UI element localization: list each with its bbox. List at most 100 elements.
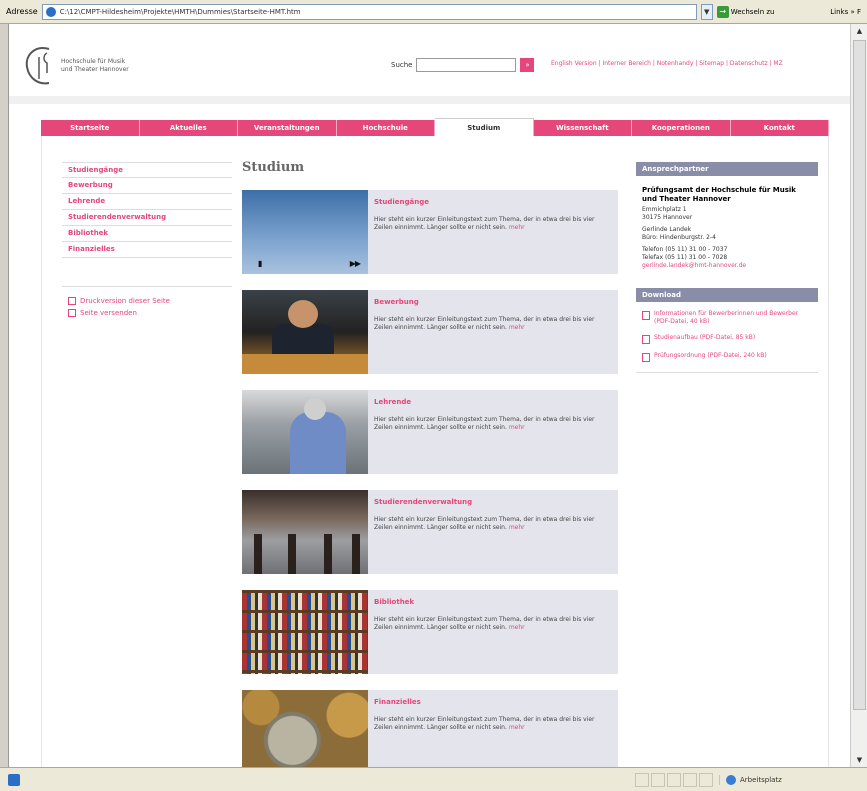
computer-icon: [726, 774, 736, 785]
main-navigation: Startseite Aktuelles Veranstaltungen Hoc…: [41, 118, 829, 136]
page-tools: Druckversion dieser Seite Seite versende…: [62, 286, 232, 319]
scroll-up-icon[interactable]: ▲: [851, 24, 867, 38]
address-label: Adresse: [6, 7, 38, 16]
page-viewport: Hochschule für Musik und Theater Hannove…: [8, 24, 850, 767]
vertical-scrollbar[interactable]: ▲ ▼: [850, 24, 867, 767]
subnav-bibliothek[interactable]: Bibliothek: [62, 226, 232, 242]
divider: [636, 372, 818, 373]
print-icon: [68, 297, 76, 305]
teaser-lehrende[interactable]: Lehrende Hier steht ein kurzer Einleitun…: [242, 390, 618, 474]
contact-email[interactable]: gerlinde.landek@hmt-hannover.de: [642, 262, 746, 269]
next-icon[interactable]: ▶▶: [350, 259, 361, 268]
subnav-studierendenverwaltung[interactable]: Studierendenverwaltung: [62, 210, 232, 226]
url-dropdown-button[interactable]: ▼: [700, 3, 713, 20]
contact-person: Gerlinde Landek Büro: Hindenburgstr. 2-4: [642, 226, 716, 241]
more-link[interactable]: mehr: [509, 524, 525, 531]
print-link[interactable]: Druckversion dieser Seite: [62, 295, 232, 307]
sub-navigation: Studiengänge Bewerbung Lehrende Studiere…: [62, 162, 232, 319]
teaser-title[interactable]: Studiengänge: [374, 198, 612, 206]
downloads-box: Download Informationen für Bewerberinnen…: [636, 288, 818, 373]
contact-address: Emmichplatz 1 30175 Hannover: [642, 206, 693, 221]
nav-kontakt[interactable]: Kontakt: [731, 120, 829, 136]
pause-icon[interactable]: ▮: [258, 259, 262, 268]
teaser-image: ▮ ▶▶: [242, 190, 368, 274]
teaser-body: Finanzielles Hier steht ein kurzer Einle…: [368, 690, 618, 767]
contact-heading: Ansprechpartner: [636, 162, 818, 176]
teaser-finanzielles[interactable]: Finanzielles Hier steht ein kurzer Einle…: [242, 690, 618, 767]
teaser-image: [242, 490, 368, 574]
right-column: Ansprechpartner Prüfungsamt der Hochschu…: [636, 162, 818, 373]
pdf-icon: [642, 353, 650, 362]
content-area: Studiengänge Bewerbung Lehrende Studiere…: [41, 136, 829, 767]
chevron-down-icon: ▼: [704, 7, 710, 16]
subnav-finanzielles[interactable]: Finanzielles: [62, 242, 232, 258]
teaser-studierendenverwaltung[interactable]: Studierendenverwaltung Hier steht ein ku…: [242, 490, 618, 574]
teaser-title[interactable]: Studierendenverwaltung: [374, 498, 612, 506]
teaser-image: [242, 390, 368, 474]
downloads-heading: Download: [636, 288, 818, 302]
page-title: Studium: [242, 160, 305, 175]
teaser-body: Studierendenverwaltung Hier steht ein ku…: [368, 490, 618, 574]
contact-phones: Telefon (05 11) 31 00 - 7037 Telefax (05 …: [642, 246, 747, 269]
subnav-bewerbung[interactable]: Bewerbung: [62, 178, 232, 194]
logo-text: Hochschule für Musik und Theater Hannove…: [61, 58, 129, 73]
more-link[interactable]: mehr: [509, 724, 525, 731]
teaser-title[interactable]: Lehrende: [374, 398, 612, 406]
teaser-text: Hier steht ein kurzer Einleitungstext zu…: [374, 416, 595, 431]
download-item[interactable]: Informationen für Bewerberinnen und Bewe…: [636, 310, 818, 326]
teaser-text: Hier steht ein kurzer Einleitungstext zu…: [374, 716, 595, 731]
teaser-bibliothek[interactable]: Bibliothek Hier steht ein kurzer Einleit…: [242, 590, 618, 674]
search-button[interactable]: »: [520, 58, 535, 72]
send-page-label: Seite versenden: [80, 309, 137, 317]
more-link[interactable]: mehr: [509, 324, 525, 331]
url-text: C:\12\CMPT-Hildesheim\Projekte\HMTH\Dumm…: [59, 7, 301, 16]
teaser-text: Hier steht ein kurzer Einleitungstext zu…: [374, 616, 595, 631]
nav-hochschule[interactable]: Hochschule: [337, 120, 435, 136]
nav-startseite[interactable]: Startseite: [41, 120, 140, 136]
teaser-text: Hier steht ein kurzer Einleitungstext zu…: [374, 216, 595, 231]
go-button[interactable]: → Wechseln zu: [716, 4, 775, 20]
nav-studium[interactable]: Studium: [435, 118, 534, 136]
status-bar: Arbeitsplatz: [0, 767, 867, 791]
url-field[interactable]: C:\12\CMPT-Hildesheim\Projekte\HMTH\Dumm…: [41, 3, 697, 20]
subnav-lehrende[interactable]: Lehrende: [62, 194, 232, 210]
zone-label: Arbeitsplatz: [740, 775, 782, 784]
more-link[interactable]: mehr: [509, 624, 525, 631]
teaser-title[interactable]: Finanzielles: [374, 698, 612, 706]
teaser-bewerbung[interactable]: Bewerbung Hier steht ein kurzer Einleitu…: [242, 290, 618, 374]
meta-links[interactable]: English Version | Interner Bereich | Not…: [551, 60, 783, 67]
pdf-icon: [642, 311, 650, 320]
teaser-text: Hier steht ein kurzer Einleitungstext zu…: [374, 316, 595, 331]
site-logo[interactable]: Hochschule für Musik und Theater Hannove…: [21, 36, 141, 96]
page-icon: [45, 6, 56, 17]
teaser-image: [242, 590, 368, 674]
teaser-body: Bewerbung Hier steht ein kurzer Einleitu…: [368, 290, 618, 374]
nav-veranstaltungen[interactable]: Veranstaltungen: [238, 120, 337, 136]
security-zone: Arbeitsplatz: [719, 774, 859, 785]
scroll-down-icon[interactable]: ▼: [851, 753, 867, 767]
pdf-icon: [642, 335, 650, 344]
subnav-studiengaenge[interactable]: Studiengänge: [62, 162, 232, 178]
send-page-link[interactable]: Seite versenden: [62, 307, 232, 319]
page-status-icon: [8, 773, 20, 786]
address-bar: Adresse C:\12\CMPT-Hildesheim\Projekte\H…: [0, 0, 867, 24]
nav-kooperationen[interactable]: Kooperationen: [632, 120, 731, 136]
download-item[interactable]: Studienaufbau (PDF-Datei, 85 kB): [636, 334, 818, 344]
more-link[interactable]: mehr: [509, 424, 525, 431]
nav-aktuelles[interactable]: Aktuelles: [140, 120, 238, 136]
scroll-thumb[interactable]: [853, 40, 866, 710]
status-cells: [635, 772, 713, 787]
go-label: Wechseln zu: [730, 7, 775, 16]
teaser-title[interactable]: Bewerbung: [374, 298, 612, 306]
download-item[interactable]: Prüfungsordnung (PDF-Datei, 240 kB): [636, 352, 818, 362]
links-toolbar[interactable]: Links » F: [830, 8, 861, 16]
teaser-studiengaenge[interactable]: ▮ ▶▶ Studiengänge Hier steht ein kurzer …: [242, 190, 618, 274]
teaser-title[interactable]: Bibliothek: [374, 598, 612, 606]
teaser-body: Bibliothek Hier steht ein kurzer Einleit…: [368, 590, 618, 674]
print-label: Druckversion dieser Seite: [80, 297, 170, 305]
search-input[interactable]: [416, 58, 517, 72]
nav-wissenschaft[interactable]: Wissenschaft: [534, 120, 632, 136]
go-arrow-icon: →: [716, 5, 729, 18]
more-link[interactable]: mehr: [509, 224, 525, 231]
teaser-body: Lehrende Hier steht ein kurzer Einleitun…: [368, 390, 618, 474]
